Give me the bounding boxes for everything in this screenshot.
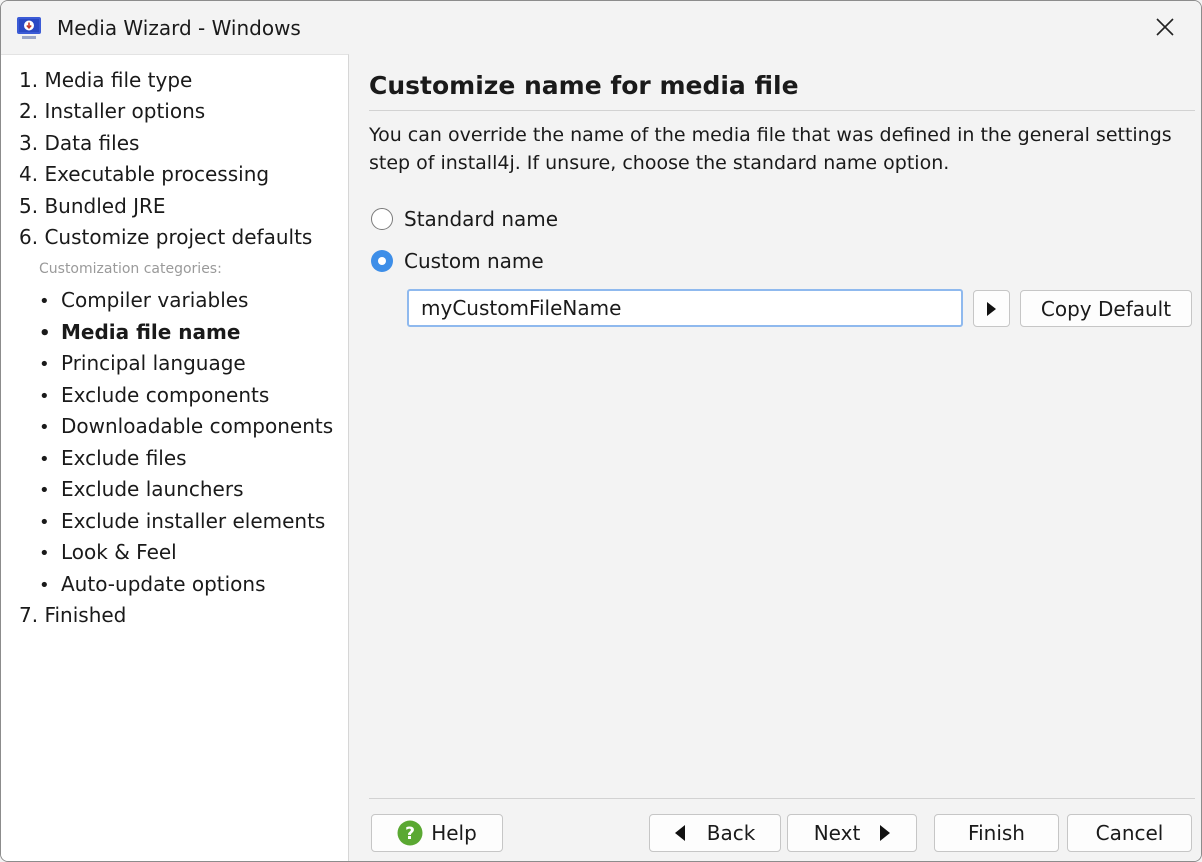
triangle-right-icon [880, 825, 891, 841]
standard-name-label: Standard name [404, 207, 559, 231]
sub-item-auto-update-options[interactable]: • Auto-update options [39, 571, 266, 599]
standard-name-radio[interactable] [371, 208, 393, 230]
help-label: Help [431, 821, 477, 845]
sub-item-exclude-components[interactable]: • Exclude components [39, 382, 269, 410]
step-media-file-type[interactable]: 1. Media file type [19, 67, 192, 93]
sub-item-exclude-launchers[interactable]: • Exclude launchers [39, 476, 244, 504]
insert-variable-button[interactable] [973, 290, 1010, 327]
back-label: Back [706, 821, 756, 845]
next-button[interactable]: Next [787, 814, 917, 852]
step-installer-options[interactable]: 2. Installer options [19, 98, 205, 124]
custom-name-radio[interactable] [371, 250, 393, 272]
window-title: Media Wizard - Windows [57, 16, 301, 40]
close-icon [1156, 18, 1174, 36]
standard-name-option[interactable]: Standard name [371, 205, 558, 233]
finish-button[interactable]: Finish [934, 814, 1059, 852]
triangle-right-icon [987, 301, 996, 316]
media-wizard-window: Media Wizard - Windows 1. Media file typ… [0, 0, 1202, 862]
triangle-left-icon [674, 825, 685, 841]
help-button[interactable]: ? Help [371, 814, 503, 852]
cancel-button[interactable]: Cancel [1067, 814, 1192, 852]
close-button[interactable] [1129, 1, 1201, 54]
help-question-icon: ? [397, 820, 423, 846]
page-title: Customize name for media file [369, 71, 799, 100]
back-button[interactable]: Back [649, 814, 781, 852]
step-finished[interactable]: 7. Finished [19, 602, 126, 628]
page-description: You can override the name of the media f… [369, 124, 1172, 174]
sub-item-media-file-name[interactable]: • Media file name [39, 319, 240, 347]
sub-item-exclude-installer-elements[interactable]: • Exclude installer elements [39, 508, 325, 536]
custom-name-input[interactable] [407, 289, 963, 327]
copy-default-button[interactable]: Copy Default [1020, 290, 1192, 327]
step-customize-project-defaults[interactable]: 6. Customize project defaults [19, 224, 312, 250]
heading-divider [369, 110, 1195, 111]
custom-name-option[interactable]: Custom name [371, 247, 544, 275]
main-panel: Customize name for media file You can ov… [349, 54, 1201, 861]
svg-text:?: ? [405, 824, 415, 844]
step-executable-processing[interactable]: 4. Executable processing [19, 161, 269, 187]
step-data-files[interactable]: 3. Data files [19, 130, 139, 156]
next-label: Next [813, 821, 861, 845]
sub-item-exclude-files[interactable]: • Exclude files [39, 445, 187, 473]
sub-item-compiler-variables[interactable]: • Compiler variables [39, 287, 248, 315]
customization-categories-label: Customization categories: [39, 261, 222, 277]
sub-item-downloadable-components[interactable]: • Downloadable components [39, 413, 333, 441]
step-bundled-jre[interactable]: 5. Bundled JRE [19, 193, 166, 219]
footer-divider [369, 798, 1195, 799]
media-wizard-icon [17, 17, 41, 39]
wizard-steps-sidebar: 1. Media file type 2. Installer options … [1, 54, 349, 861]
sub-item-look-and-feel[interactable]: • Look & Feel [39, 539, 177, 567]
title-bar: Media Wizard - Windows [1, 1, 1201, 54]
custom-name-label: Custom name [404, 249, 544, 273]
sub-item-principal-language[interactable]: • Principal language [39, 350, 246, 378]
